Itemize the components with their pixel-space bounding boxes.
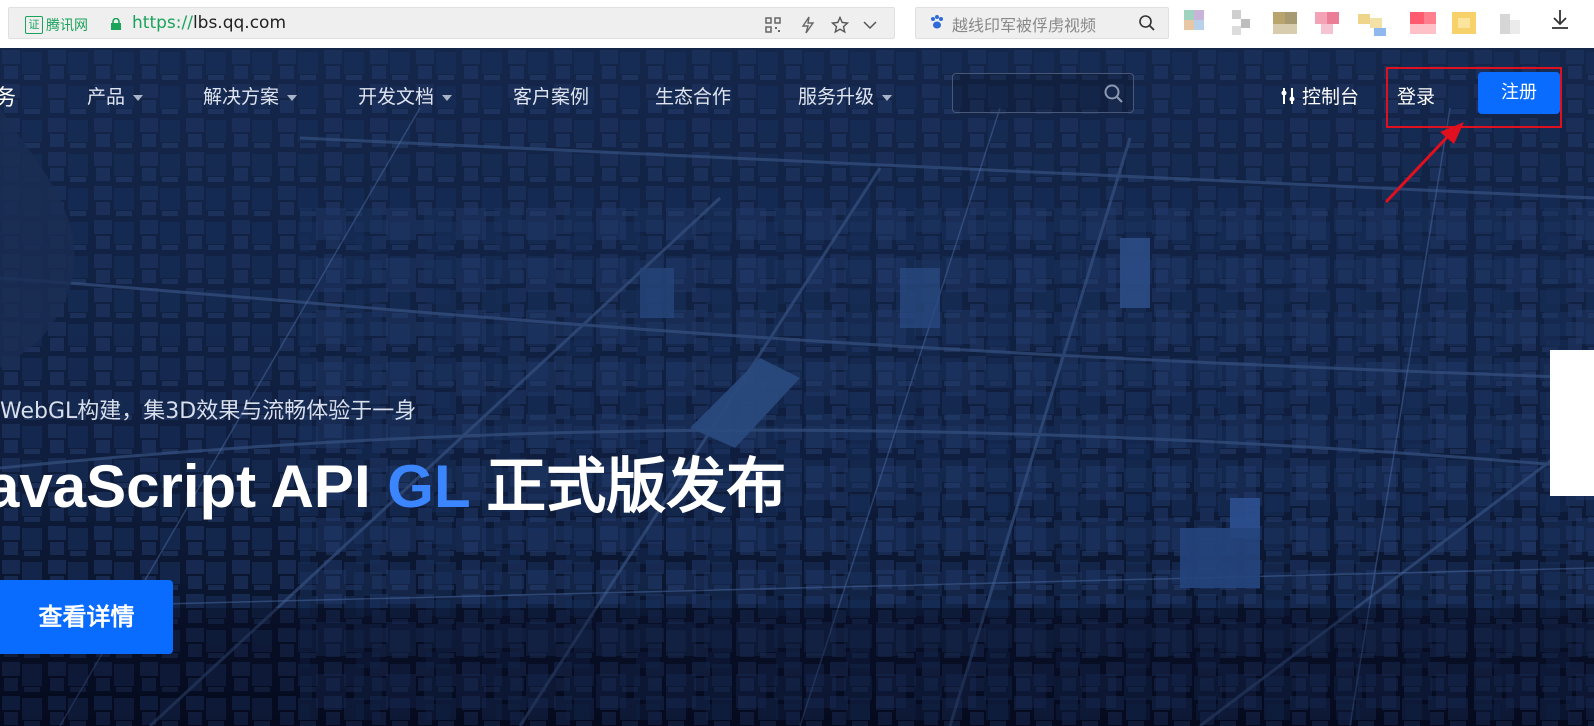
certificate-indicator[interactable]: 证 腾讯网 (25, 15, 88, 35)
search-icon[interactable] (1103, 83, 1125, 105)
nav-item-label: 生态合作 (655, 86, 732, 108)
hero-subtitle: WebGL构建，集3D效果与流畅体验于一身 (0, 399, 417, 424)
nav-item-cases[interactable]: 客户案例 (513, 82, 589, 109)
lock-icon (111, 18, 121, 30)
extension-icon[interactable] (1410, 8, 1440, 38)
qr-code-icon[interactable] (764, 16, 782, 34)
browser-search-text: 越线印军被俘虏视频 (952, 16, 1097, 35)
nav-item-ecosystem[interactable]: 生态合作 (655, 82, 731, 109)
url-host: lbs.qq.com (192, 13, 287, 33)
cert-badge: 证 (25, 16, 43, 34)
sliders-icon (1281, 88, 1295, 104)
browser-search-box[interactable]: 越线印军被俘虏视频 (915, 7, 1169, 39)
cert-name: 腾讯网 (46, 18, 88, 34)
nav-item-label: 开发文档 (358, 86, 435, 108)
annotation-arrow-icon (1384, 122, 1464, 204)
extension-icon[interactable] (1315, 8, 1345, 38)
nav-item-solutions[interactable]: 解决方案 (203, 82, 298, 109)
hero-headline: avaScript API GL 正式版发布 (0, 438, 786, 525)
extension-icon[interactable] (1230, 8, 1260, 38)
nav-item-docs[interactable]: 开发文档 (358, 82, 453, 109)
caret-down-icon (882, 94, 893, 101)
headline-prefix: avaScript API (0, 453, 388, 520)
headline-suffix: 正式版发布 (469, 453, 787, 520)
search-icon[interactable] (1138, 14, 1156, 32)
site-search-input[interactable] (952, 73, 1134, 113)
nav-item-label: 产品 (87, 86, 126, 108)
browser-toolbar: 证 腾讯网 https://lbs.qq.com 越线印军被俘虏视频 (0, 0, 1594, 48)
nav-item-label: 客户案例 (513, 86, 590, 108)
extension-icon[interactable] (1450, 8, 1480, 38)
star-icon[interactable] (831, 16, 849, 34)
paw-icon (931, 15, 943, 29)
url-scheme: https:// (132, 13, 193, 33)
extension-icon[interactable] (1358, 8, 1388, 38)
city-3d-background (0, 48, 1594, 726)
side-panel-edge[interactable] (1550, 350, 1594, 496)
extension-icon[interactable] (1273, 8, 1303, 38)
extension-icon[interactable] (1498, 8, 1528, 38)
hero-banner (0, 48, 1594, 726)
console-link[interactable]: 控制台 (1278, 82, 1359, 109)
nav-item-label: 服务升级 (798, 86, 875, 108)
headline-highlight: GL (387, 453, 470, 520)
console-label: 控制台 (1302, 86, 1360, 108)
nav-item-label: 解决方案 (203, 86, 280, 108)
site-logo-fragment[interactable]: 务 (0, 80, 16, 112)
nav-item-service-upgrade[interactable]: 服务升级 (798, 82, 893, 109)
caret-down-icon (287, 94, 298, 101)
caret-down-icon (442, 94, 453, 101)
lightning-icon[interactable] (799, 16, 817, 34)
view-details-button[interactable]: 查看详情 (0, 580, 173, 654)
address-bar[interactable]: 证 腾讯网 https://lbs.qq.com (8, 7, 895, 39)
extension-icon[interactable] (1184, 8, 1214, 38)
url-text[interactable]: https://lbs.qq.com (132, 13, 286, 33)
nav-item-products[interactable]: 产品 (87, 82, 144, 109)
caret-down-icon (133, 94, 144, 101)
chevron-down-icon[interactable] (861, 16, 879, 34)
download-icon[interactable] (1550, 8, 1570, 30)
